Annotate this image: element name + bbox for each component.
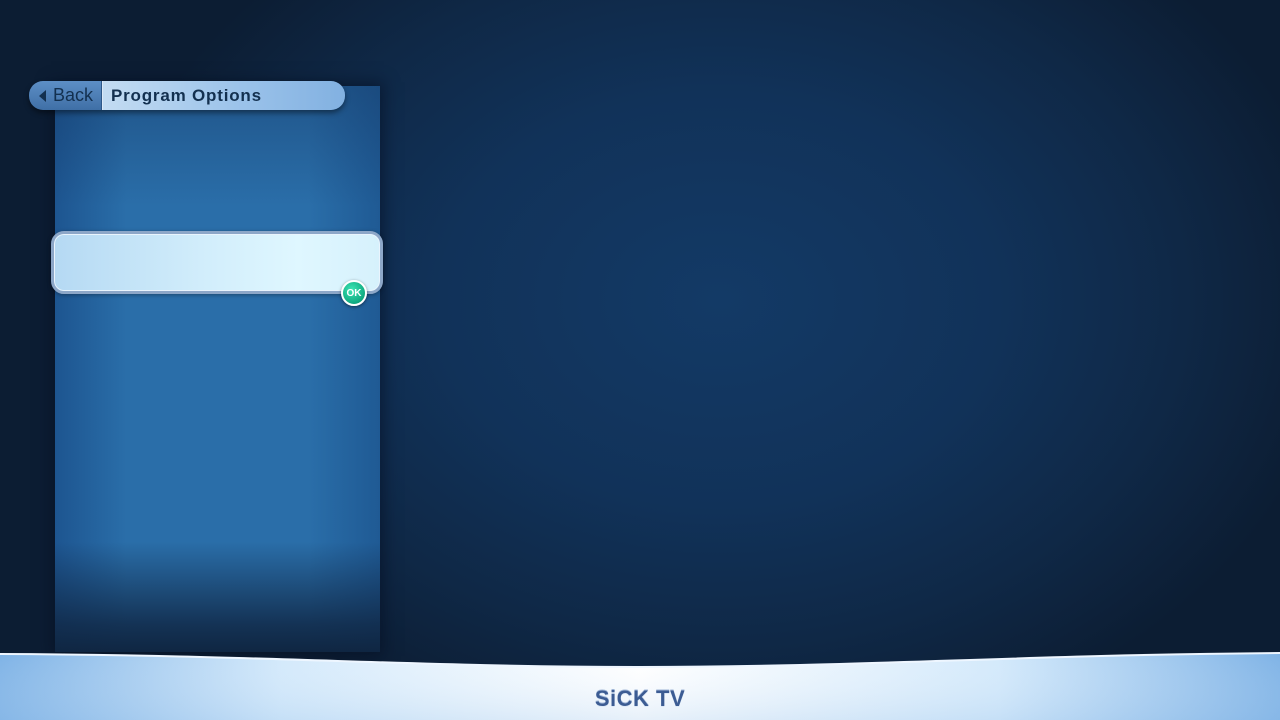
- page-title: Program Options: [111, 85, 262, 105]
- ok-badge: OK: [341, 280, 367, 306]
- options-side-panel: [55, 86, 380, 652]
- panel-bottom-fade: [55, 542, 380, 652]
- back-label: Back: [53, 85, 94, 105]
- sick-tv-logo: SiCK TV: [594, 686, 686, 711]
- ok-badge-label: OK: [346, 287, 362, 299]
- back-button[interactable]: Back: [29, 81, 102, 110]
- header-bar: Back Program Options: [29, 81, 345, 110]
- chevron-left-icon: [39, 89, 46, 102]
- page-title-area: Program Options: [102, 81, 345, 110]
- menu-item-selected[interactable]: [51, 231, 383, 294]
